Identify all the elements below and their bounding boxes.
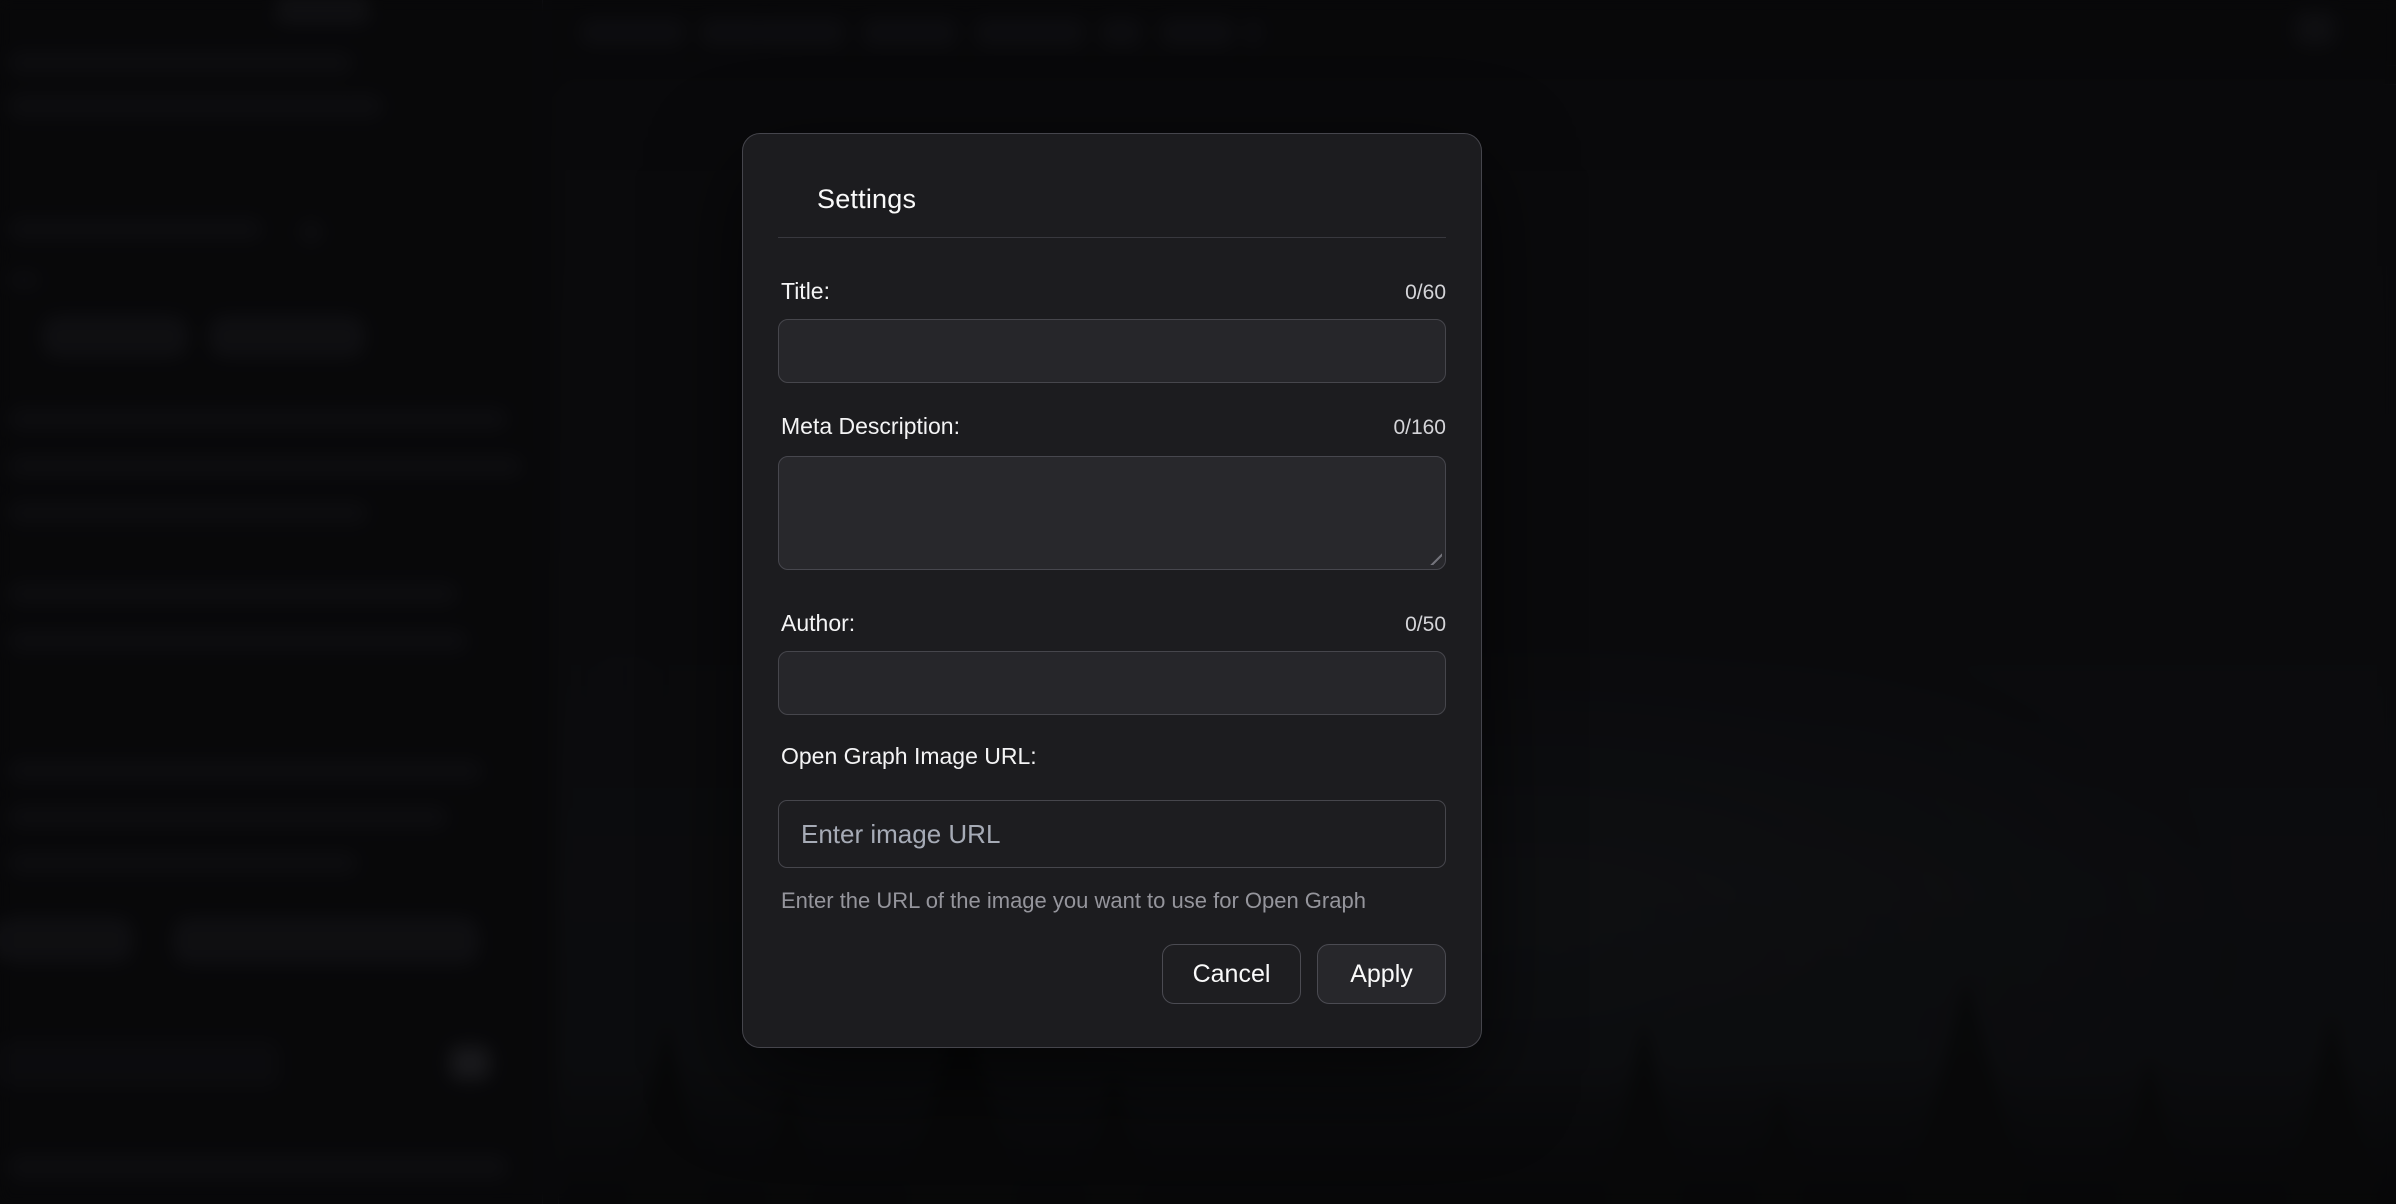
meta-description-label: Meta Description: — [781, 413, 960, 440]
og-image-helper-text: Enter the URL of the image you want to u… — [781, 888, 1446, 914]
apply-button[interactable]: Apply — [1317, 944, 1446, 1004]
author-field-header: Author: 0/50 — [781, 610, 1446, 637]
title-char-counter: 0/60 — [1405, 281, 1446, 305]
dialog-title: Settings — [817, 184, 1446, 215]
title-field-header: Title: 0/60 — [781, 278, 1446, 305]
title-label: Title: — [781, 278, 830, 305]
meta-description-field-header: Meta Description: 0/160 — [781, 413, 1446, 440]
dialog-actions: Cancel Apply — [778, 944, 1446, 1004]
meta-description-textarea[interactable] — [778, 456, 1446, 570]
author-input[interactable] — [778, 651, 1446, 715]
og-image-url-label: Open Graph Image URL: — [781, 743, 1037, 770]
cancel-button[interactable]: Cancel — [1162, 944, 1301, 1004]
author-char-counter: 0/50 — [1405, 613, 1446, 637]
title-divider — [778, 237, 1446, 238]
app-window: Settings Title: 0/60 Meta Description: 0… — [0, 0, 2396, 1204]
author-label: Author: — [781, 610, 855, 637]
settings-dialog: Settings Title: 0/60 Meta Description: 0… — [742, 133, 1482, 1048]
title-input[interactable] — [778, 319, 1446, 383]
meta-description-wrap — [778, 456, 1446, 570]
og-image-field-header: Open Graph Image URL: — [781, 743, 1446, 770]
og-image-url-input[interactable] — [778, 800, 1446, 868]
meta-description-char-counter: 0/160 — [1393, 416, 1446, 440]
